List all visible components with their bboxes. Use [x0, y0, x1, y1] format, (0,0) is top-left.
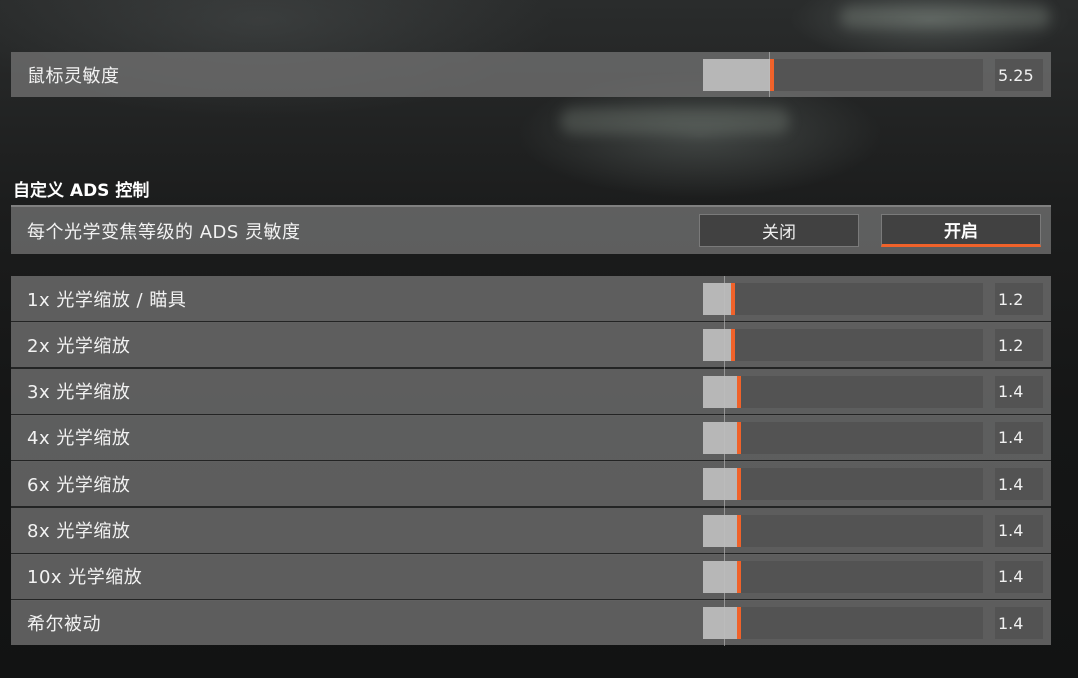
slider-fill — [703, 514, 737, 547]
slider-default-marker — [769, 52, 770, 97]
slider-handle[interactable] — [737, 560, 741, 593]
zoom-sensitivity-row[interactable]: 6x 光学缩放 1.4 — [11, 461, 1051, 507]
background-streak — [840, 6, 1050, 28]
background-streak — [560, 108, 790, 134]
slider-handle[interactable] — [737, 607, 741, 640]
toggle-off-button[interactable]: 关闭 — [699, 214, 859, 247]
mouse-sensitivity-value[interactable]: 5.25 — [995, 59, 1043, 91]
slider-handle[interactable] — [737, 375, 741, 408]
zoom-sensitivity-row[interactable]: 1x 光学缩放 / 瞄具 1.2 — [11, 276, 1051, 321]
zoom-row-label: 2x 光学缩放 — [27, 335, 131, 357]
zoom-row-value[interactable]: 1.4 — [995, 514, 1043, 547]
slider-fill — [703, 560, 737, 593]
slider-fill — [703, 283, 731, 315]
zoom-sensitivity-slider[interactable] — [703, 375, 983, 408]
zoom-row-label: 1x 光学缩放 / 瞄具 — [27, 289, 187, 311]
zoom-row-label: 4x 光学缩放 — [27, 428, 131, 450]
ads-per-zoom-toggle-row: 每个光学变焦等级的 ADS 灵敏度 关闭 开启 — [11, 205, 1051, 254]
slider-fill — [703, 329, 731, 362]
zoom-row-label: 10x 光学缩放 — [27, 567, 143, 589]
zoom-row-label: 3x 光学缩放 — [27, 382, 131, 404]
zoom-sensitivity-row[interactable]: 3x 光学缩放 1.4 — [11, 368, 1051, 414]
zoom-sensitivity-slider[interactable] — [703, 421, 983, 454]
zoom-sensitivity-slider[interactable] — [703, 560, 983, 593]
slider-handle[interactable] — [770, 59, 774, 91]
slider-handle[interactable] — [737, 468, 741, 501]
slider-fill — [703, 421, 737, 454]
zoom-sensitivity-row[interactable]: 2x 光学缩放 1.2 — [11, 322, 1051, 368]
ads-per-zoom-label: 每个光学变焦等级的 ADS 灵敏度 — [27, 221, 301, 243]
zoom-sensitivity-slider[interactable] — [703, 468, 983, 501]
zoom-row-value[interactable]: 1.4 — [995, 468, 1043, 501]
zoom-sensitivity-row[interactable]: 希尔被动 1.4 — [11, 600, 1051, 646]
slider-handle[interactable] — [731, 283, 735, 315]
zoom-sensitivity-row[interactable]: 10x 光学缩放 1.4 — [11, 553, 1051, 599]
slider-fill — [703, 375, 737, 408]
slider-fill — [703, 468, 737, 501]
zoom-row-label: 8x 光学缩放 — [27, 521, 131, 542]
zoom-sensitivity-row[interactable]: 4x 光学缩放 1.4 — [11, 414, 1051, 460]
slider-handle[interactable] — [731, 329, 735, 362]
zoom-sensitivity-slider[interactable] — [703, 514, 983, 547]
zoom-row-value[interactable]: 1.2 — [995, 283, 1043, 315]
mouse-sensitivity-row[interactable]: 鼠标灵敏度 5.25 — [11, 52, 1051, 97]
zoom-row-label: 6x 光学缩放 — [27, 474, 131, 496]
slider-fill — [703, 59, 770, 91]
zoom-sensitivity-slider[interactable] — [703, 607, 983, 640]
zoom-row-value[interactable]: 1.4 — [995, 607, 1043, 640]
zoom-row-label: 希尔被动 — [27, 613, 101, 635]
mouse-sensitivity-label: 鼠标灵敏度 — [27, 65, 120, 87]
zoom-row-value[interactable]: 1.4 — [995, 421, 1043, 454]
slider-handle[interactable] — [737, 421, 741, 454]
zoom-sensitivity-slider[interactable] — [703, 329, 983, 362]
slider-handle[interactable] — [737, 514, 741, 547]
zoom-row-value[interactable]: 1.4 — [995, 560, 1043, 593]
section-title-custom-ads: 自定义 ADS 控制 — [13, 181, 150, 201]
zoom-row-value[interactable]: 1.2 — [995, 329, 1043, 362]
slider-default-marker — [724, 276, 725, 646]
mouse-sensitivity-slider[interactable] — [703, 59, 983, 91]
zoom-row-value[interactable]: 1.4 — [995, 375, 1043, 408]
toggle-on-button[interactable]: 开启 — [881, 214, 1041, 247]
slider-fill — [703, 607, 737, 640]
zoom-sensitivity-slider[interactable] — [703, 283, 983, 315]
zoom-sensitivity-row[interactable]: 8x 光学缩放 1.4 — [11, 507, 1051, 553]
